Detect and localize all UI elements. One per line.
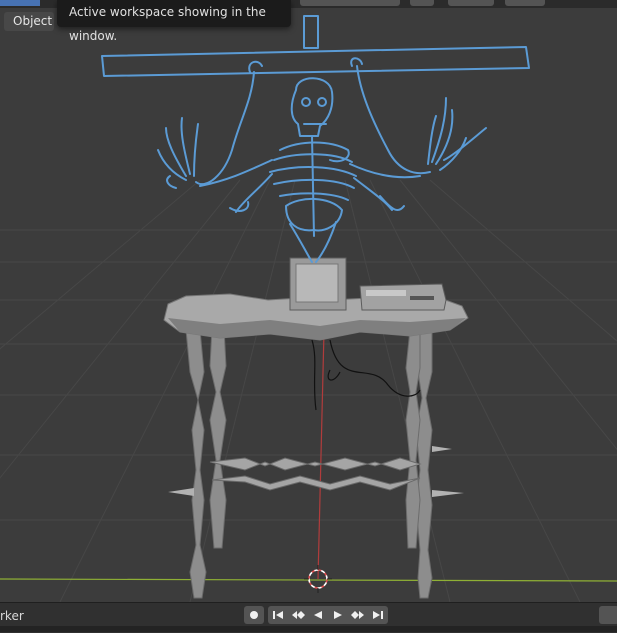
transform-orientation-dropdown[interactable] <box>300 0 400 6</box>
record-icon <box>249 610 259 620</box>
workspace-tooltip: Active workspace showing in the window. <box>57 0 291 43</box>
record-button[interactable] <box>244 606 264 624</box>
computer-monitor-model[interactable] <box>289 257 347 311</box>
timeline-footer <box>0 626 617 632</box>
object-menu[interactable]: Object <box>4 12 54 31</box>
viewport-canvas[interactable] <box>0 0 617 602</box>
pivot-point-button[interactable] <box>410 0 434 6</box>
current-frame-field[interactable] <box>599 606 617 624</box>
3d-viewport[interactable] <box>0 0 617 602</box>
computer-keyboard-model[interactable] <box>359 283 447 311</box>
jump-start-icon <box>272 610 284 620</box>
proportional-editing-button[interactable] <box>505 0 545 6</box>
active-workspace-tab[interactable] <box>0 0 40 6</box>
jump-to-end-button[interactable] <box>368 606 388 624</box>
jump-to-start-button[interactable] <box>268 606 288 624</box>
next-keyframe-icon <box>351 610 365 620</box>
jump-end-icon <box>372 610 384 620</box>
snap-toggle-button[interactable] <box>448 0 494 6</box>
object-menu-label: Object <box>13 14 53 28</box>
play-reverse-button[interactable] <box>308 606 328 624</box>
play-reverse-icon <box>313 610 323 620</box>
next-keyframe-button[interactable] <box>348 606 368 624</box>
play-button[interactable] <box>328 606 348 624</box>
marker-menu[interactable]: rker <box>0 609 24 623</box>
play-icon <box>333 610 343 620</box>
prev-keyframe-icon <box>291 610 305 620</box>
previous-keyframe-button[interactable] <box>288 606 308 624</box>
